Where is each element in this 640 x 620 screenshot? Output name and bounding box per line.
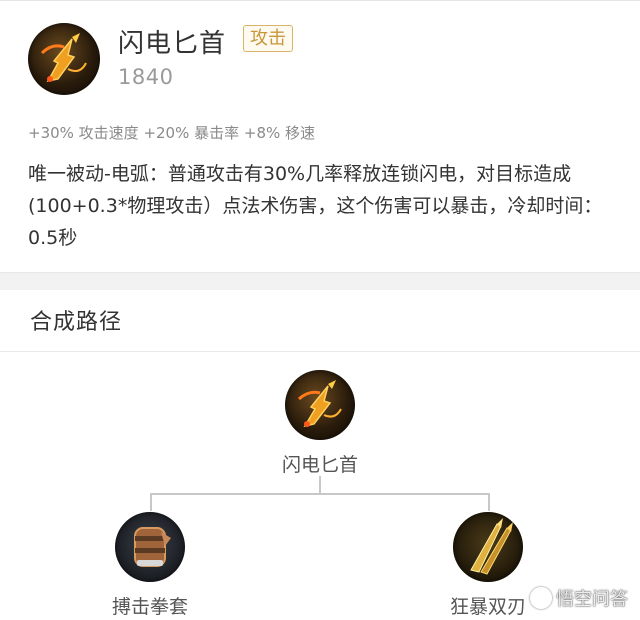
recipe-section-title: 合成路径 — [30, 310, 123, 335]
item-category-tag: 攻击 — [243, 25, 293, 52]
lightning-dagger-icon — [285, 370, 355, 440]
tree-connector-horizontal — [150, 493, 490, 495]
wukong-logo-icon — [530, 587, 552, 609]
item-name: 闪电匕首 — [118, 29, 227, 59]
recipe-component-label: 狂暴双刃 — [449, 596, 526, 618]
tree-connector-right — [488, 493, 490, 511]
recipe-root-node[interactable]: 闪电匕首 — [270, 370, 370, 477]
lightning-dagger-icon — [28, 23, 100, 95]
item-description: 唯一被动-电弧：普通攻击有30%几率释放连锁闪电，对目标造成(100+0.3*物… — [28, 163, 603, 249]
item-price: 1840 — [118, 65, 174, 89]
item-stats: +30% 攻击速度 +20% 暴击率 +8% 移速 — [28, 124, 316, 142]
berserk-twin-blades-icon — [453, 512, 523, 582]
section-separator — [0, 272, 640, 290]
watermark-text: 悟空问答 — [556, 589, 628, 610]
watermark: 悟空问答 — [530, 585, 628, 611]
section-divider — [0, 351, 640, 352]
boxing-glove-icon — [115, 512, 185, 582]
tree-connector-vertical — [319, 476, 321, 494]
tree-connector-left — [150, 493, 152, 511]
item-detail-card: 闪电匕首 攻击 1840 +30% 攻击速度 +20% 暴击率 +8% 移速 唯… — [0, 0, 640, 272]
recipe-component-node[interactable]: 狂暴双刃 — [438, 512, 538, 619]
recipe-component-label: 搏击拳套 — [111, 596, 188, 618]
recipe-root-label: 闪电匕首 — [281, 454, 358, 476]
recipe-component-node[interactable]: 搏击拳套 — [100, 512, 200, 619]
